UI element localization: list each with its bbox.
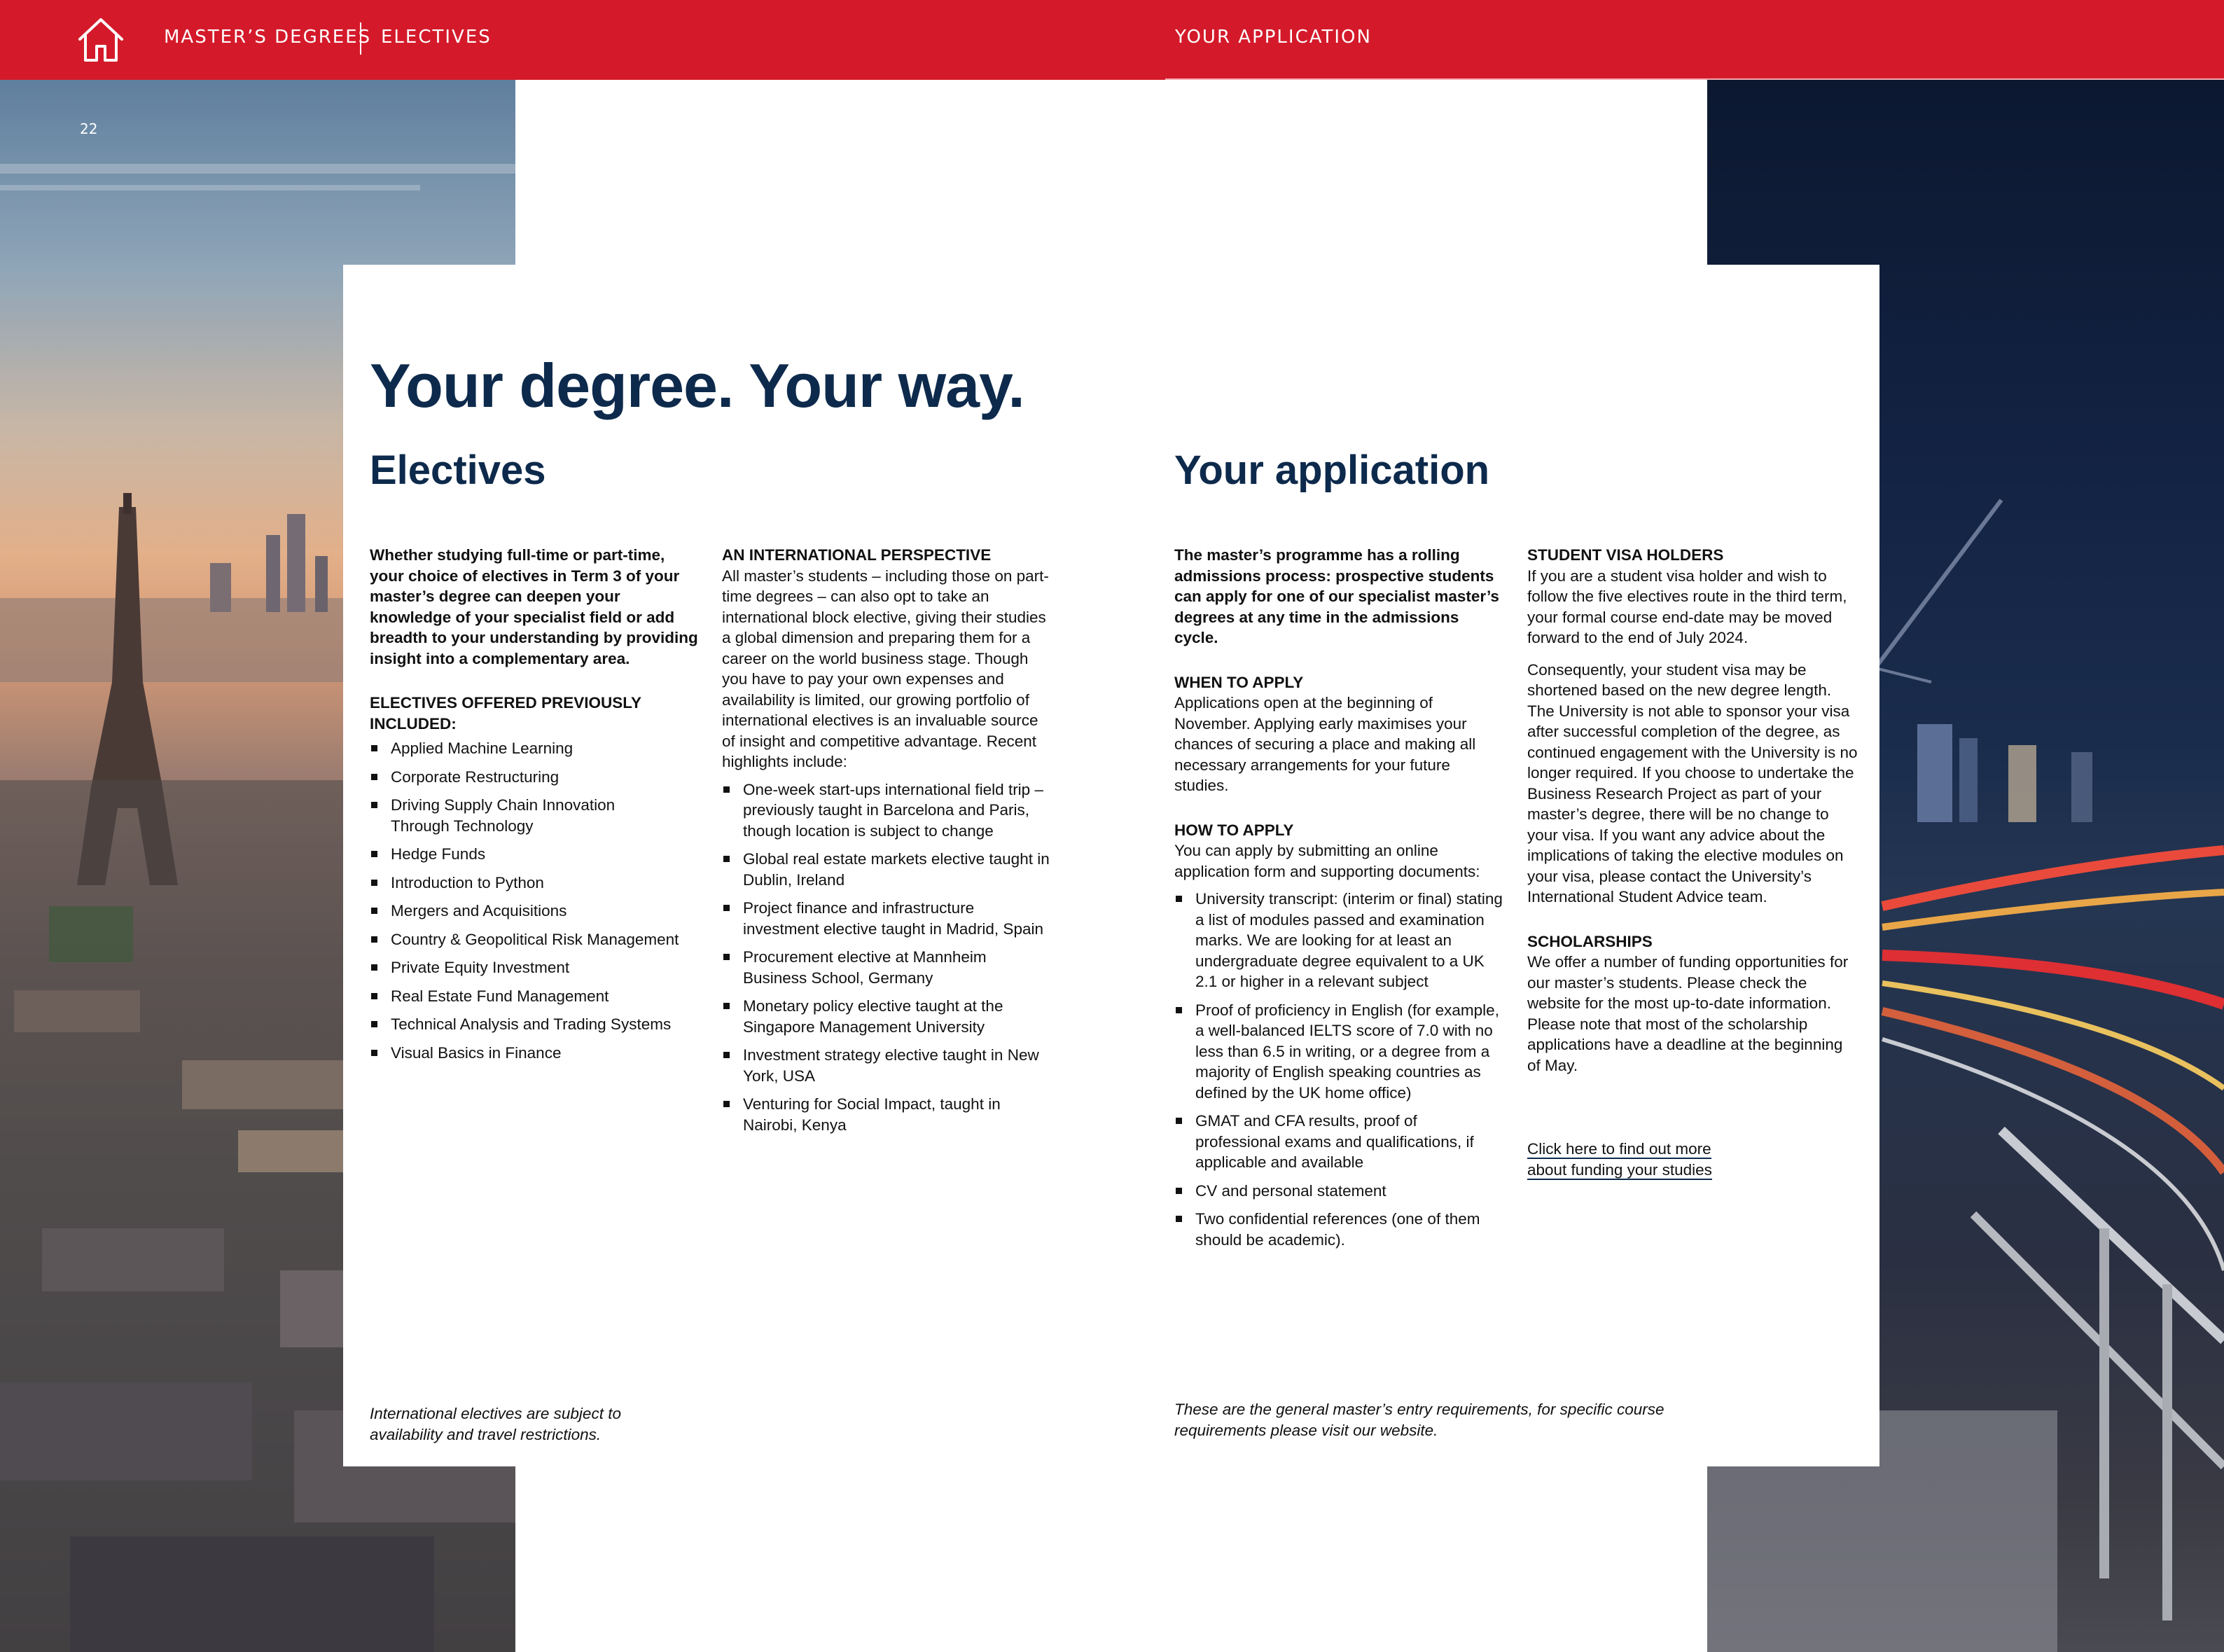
electives-title: Electives — [370, 447, 546, 493]
intl-heading: AN INTERNATIONAL PERSPECTIVE — [722, 546, 992, 564]
electives-intro: Whether studying full-time or part-time,… — [370, 546, 698, 667]
how-body: You can apply by submitting an online ap… — [1174, 842, 1480, 880]
nav-electives[interactable]: ELECTIVES — [381, 27, 492, 48]
page-headline: Your degree. Your way. — [370, 351, 1025, 420]
application-title: Your application — [1174, 447, 1490, 493]
visa-heading: STUDENT VISA HOLDERS — [1527, 546, 1724, 564]
visa-body-1: If you are a student visa holder and wis… — [1527, 567, 1847, 647]
list-item: Private Equity Investment — [370, 957, 700, 978]
list-item: Mergers and Acquisitions — [370, 901, 700, 922]
visa-body-2: Consequently, your student visa may be s… — [1527, 660, 1858, 906]
nav-divider — [360, 22, 361, 55]
top-navigation-bar: MASTER’S DEGREES ELECTIVES YOUR APPLICAT… — [0, 0, 2224, 80]
how-heading: HOW TO APPLY — [1174, 821, 1294, 839]
list-item: Two confidential references (one of them… — [1174, 1209, 1505, 1250]
funding-link-line-2[interactable]: about funding your studies — [1527, 1160, 1712, 1180]
list-item: University transcript: (interim or final… — [1174, 889, 1505, 992]
how-list: University transcript: (interim or final… — [1174, 889, 1505, 1250]
list-item: Applied Machine Learning — [370, 738, 700, 759]
home-icon[interactable] — [77, 17, 125, 63]
list-item: Country & Geopolitical Risk Management — [370, 929, 700, 950]
panel-top-white — [515, 80, 1707, 265]
list-item: Venturing for Social Impact, taught in N… — [722, 1094, 1052, 1135]
list-item: CV and personal statement — [1174, 1181, 1505, 1202]
nav-your-application[interactable]: YOUR APPLICATION — [1175, 27, 1372, 48]
application-column-2: STUDENT VISA HOLDERS If you are a studen… — [1527, 545, 1858, 1180]
application-intro: The master’s programme has a rolling adm… — [1174, 546, 1499, 646]
list-item: Project finance and infrastructure inves… — [722, 898, 1052, 939]
list-item: Procurement elective at Mannheim Busines… — [722, 947, 1052, 988]
application-column-1: The master’s programme has a rolling adm… — [1174, 545, 1505, 1258]
list-item: Global real estate markets elective taug… — [722, 849, 1052, 890]
electives-column-1: Whether studying full-time or part-time,… — [370, 545, 700, 1071]
list-item: Corporate Restructuring — [370, 767, 700, 788]
nav-masters-degrees[interactable]: MASTER’S DEGREES — [164, 27, 371, 48]
list-item: Real Estate Fund Management — [370, 986, 700, 1007]
list-item: One-week start-ups international field t… — [722, 779, 1052, 842]
list-item: Technical Analysis and Trading Systems — [370, 1014, 700, 1035]
list-item: Driving Supply Chain Innovation Through … — [370, 795, 700, 836]
list-item: GMAT and CFA results, proof of professio… — [1174, 1111, 1505, 1173]
list-item: Proof of proficiency in English (for exa… — [1174, 1000, 1505, 1104]
list-item: Introduction to Python — [370, 873, 700, 894]
intl-body: All master’s students – including those … — [722, 567, 1049, 771]
scholarships-heading: SCHOLARSHIPS — [1527, 932, 1653, 950]
electives-footnote: International electives are subject to a… — [370, 1405, 621, 1443]
electives-offered-heading: ELECTIVES OFFERED PREVIOUSLY INCLUDED: — [370, 694, 641, 733]
intl-list: One-week start-ups international field t… — [722, 779, 1052, 1136]
when-heading: WHEN TO APPLY — [1174, 673, 1304, 691]
page-number: 22 — [80, 120, 98, 137]
when-body: Applications open at the beginning of No… — [1174, 694, 1476, 794]
funding-link-line-1[interactable]: Click here to find out more — [1527, 1140, 1711, 1159]
list-item: Monetary policy elective taught at the S… — [722, 996, 1052, 1037]
scholarships-body: We offer a number of funding opportuniti… — [1527, 953, 1849, 1074]
electives-column-2: AN INTERNATIONAL PERSPECTIVE All master’… — [722, 545, 1052, 1143]
electives-offered-list: Applied Machine Learning Corporate Restr… — [370, 738, 700, 1063]
list-item: Hedge Funds — [370, 844, 700, 865]
list-item: Investment strategy elective taught in N… — [722, 1045, 1052, 1086]
list-item: Visual Basics in Finance — [370, 1043, 700, 1064]
application-footnote: These are the general master’s entry req… — [1174, 1401, 1664, 1439]
